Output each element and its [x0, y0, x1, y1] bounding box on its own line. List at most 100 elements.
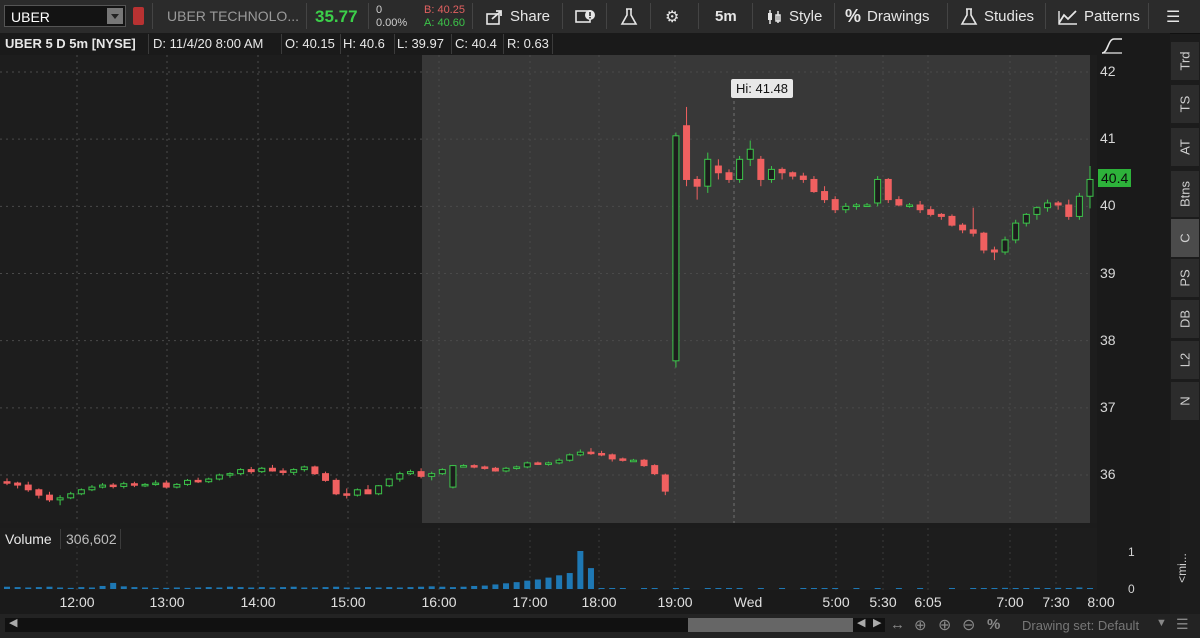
candle-body — [523, 462, 531, 468]
tab-trade[interactable]: Trd — [1171, 42, 1199, 81]
gear-icon: ⚙ — [665, 8, 680, 26]
chart-type-icon[interactable] — [1100, 35, 1124, 58]
candle-body — [895, 199, 903, 206]
timeframe-button[interactable]: 5m — [715, 0, 737, 33]
candle-body — [693, 178, 701, 187]
alerts-button[interactable] — [575, 0, 597, 33]
volume-bar — [290, 586, 297, 589]
scroll-left-icon[interactable]: ◀ — [9, 616, 17, 629]
patterns-button[interactable]: Patterns — [1058, 0, 1140, 33]
divider — [503, 34, 504, 54]
volume-bar — [651, 588, 658, 589]
candle-body — [959, 224, 967, 231]
chevron-down-icon[interactable] — [107, 8, 123, 24]
candle-body — [502, 467, 510, 472]
price-axis-label: 41 — [1100, 130, 1116, 147]
candle-body — [364, 489, 372, 495]
patterns-label: Patterns — [1084, 8, 1140, 25]
volume-bar — [354, 587, 361, 589]
scroll-right-icon[interactable]: ▶ — [873, 616, 881, 629]
collapsed-panel[interactable]: <mi... — [1162, 548, 1200, 588]
tab-time-sales[interactable]: TS — [1171, 85, 1199, 124]
volume-bar — [917, 588, 924, 589]
last-price-marker: 40.4 — [1098, 169, 1132, 187]
style-button[interactable]: Style — [765, 0, 822, 33]
chart-title: UBER 5 D 5m [NYSE] — [5, 36, 136, 51]
chevron-down-icon[interactable]: ▼ — [1156, 617, 1167, 629]
studies-label: Studies — [984, 8, 1035, 25]
candle-body — [661, 474, 669, 492]
candle-body — [322, 473, 330, 481]
percent-icon[interactable]: % — [987, 616, 1000, 633]
bar-open: O: 40.15 — [285, 36, 335, 51]
horizontal-scrollbar[interactable]: ◀ ◀ ▶ — [5, 616, 885, 632]
price-chart[interactable] — [0, 55, 1097, 590]
candle-body — [725, 172, 733, 180]
drawings-button[interactable]: % Drawings — [845, 0, 930, 33]
candle-body — [194, 479, 202, 483]
volume-bar — [226, 586, 233, 589]
candle-body — [428, 473, 436, 477]
tab-news[interactable]: N — [1171, 382, 1199, 421]
divider — [368, 3, 369, 29]
extended-hours-shading — [422, 55, 1090, 523]
candle-body — [916, 204, 924, 211]
link-color-icon[interactable] — [133, 7, 144, 25]
candle-body — [545, 462, 552, 465]
symbol-selector[interactable]: UBER — [4, 5, 126, 27]
settings-button[interactable]: ⚙ — [665, 0, 679, 33]
volume-bar — [991, 588, 998, 589]
candle-body — [1001, 239, 1009, 253]
candle-body — [226, 473, 234, 476]
share-icon — [486, 9, 502, 25]
tab-db[interactable]: DB — [1171, 300, 1199, 339]
menu-button[interactable]: ☰ — [1166, 0, 1180, 33]
tab-buttons[interactable]: Btns — [1171, 171, 1199, 218]
volume-bar — [1065, 588, 1072, 589]
divider — [1045, 3, 1046, 29]
flask-button[interactable] — [620, 0, 638, 33]
tab-active-trader[interactable]: AT — [1171, 128, 1199, 167]
crosshair-icon[interactable]: ⊕ — [914, 616, 927, 634]
share-button[interactable]: Share — [486, 0, 550, 33]
candle-body — [778, 168, 786, 174]
tab-label: N — [1177, 396, 1193, 406]
bottom-bar: ◀ ◀ ▶ ↔ ⊕ ⊕ ⊖ % Drawing set: Default ▼ ☰ — [0, 614, 1200, 638]
candle-body — [406, 471, 414, 475]
candle-body — [130, 483, 138, 486]
menu-list-icon[interactable]: ☰ — [1176, 616, 1189, 633]
volume-bar — [545, 577, 552, 589]
candle-body — [884, 178, 892, 201]
scroll-left-icon[interactable]: ◀ — [857, 616, 865, 629]
drawing-set-label[interactable]: Drawing set: Default — [1022, 618, 1139, 633]
tab-level2[interactable]: L2 — [1171, 341, 1199, 380]
volume-bar — [418, 586, 425, 589]
volume-bar — [205, 587, 212, 589]
volume-bar — [726, 588, 732, 589]
volume-bar — [672, 588, 679, 589]
volume-bar — [619, 588, 626, 589]
pan-icon[interactable]: ↔ — [890, 616, 905, 633]
zoom-out-icon[interactable]: ⊖ — [962, 615, 975, 635]
volume-bar — [948, 588, 955, 589]
scrollbar-thumb[interactable] — [688, 618, 853, 632]
volume-bar — [449, 587, 456, 589]
candle-body — [990, 249, 998, 253]
studies-button[interactable]: Studies — [960, 0, 1034, 33]
volume-bar — [736, 588, 743, 589]
tab-label: PS — [1177, 269, 1193, 287]
bar-date: D: 11/4/20 8:00 AM — [153, 36, 264, 51]
symbol-input[interactable]: UBER — [11, 9, 50, 25]
tab-chart[interactable]: C — [1171, 219, 1199, 258]
tab-label: DB — [1177, 309, 1193, 329]
candle-body — [1022, 213, 1030, 224]
candle-body — [215, 474, 223, 480]
candle-body — [534, 462, 542, 465]
candle-body — [821, 191, 829, 201]
candle-body — [629, 459, 637, 463]
time-label: 14:00 — [240, 594, 276, 610]
zoom-in-icon[interactable]: ⊕ — [938, 615, 951, 635]
tab-ps[interactable]: PS — [1171, 259, 1199, 298]
candle-body — [35, 489, 43, 496]
candle-body — [1033, 207, 1041, 215]
